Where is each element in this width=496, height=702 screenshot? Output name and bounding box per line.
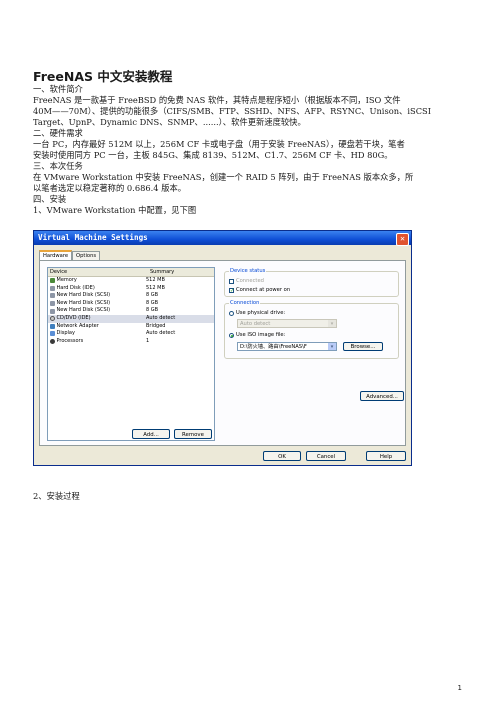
device-row[interactable]: New Hard Disk (SCSI) 8 GB	[48, 300, 214, 308]
hard-disk-icon	[50, 293, 55, 299]
device-row[interactable]: New Hard Disk (SCSI) 8 GB	[48, 292, 214, 300]
close-icon[interactable]: ✕	[396, 232, 409, 246]
hardware-panel: Device Summary Memory 512 MB Hard Disk (…	[39, 260, 406, 446]
hard-disk-icon	[50, 285, 55, 291]
device-summary: Auto detect	[146, 314, 176, 321]
body-line-3: 40M——70M）、提供的功能很多（CIFS/SMB、FTP、SSHD、NFS、…	[33, 106, 431, 116]
device-name: New Hard Disk (SCSI)	[56, 299, 111, 306]
tab-strip: Hardware Options	[39, 250, 101, 261]
processor-icon	[50, 339, 55, 345]
device-summary: 512 MB	[146, 277, 165, 283]
dialog-title: Virtual Machine Settings	[38, 233, 148, 242]
remove-button[interactable]: Remove	[174, 429, 212, 439]
device-summary: Auto detect	[146, 330, 176, 337]
chevron-down-icon: ▾	[328, 320, 336, 327]
use-iso-radio[interactable]	[229, 332, 234, 338]
device-summary: Bridged	[146, 322, 166, 329]
use-iso-option[interactable]: Use ISO image file:	[229, 332, 285, 338]
connection-group: Connection Use physical drive: Auto dete…	[224, 300, 399, 359]
memory-icon	[50, 278, 55, 284]
body-line-12: 1、VMware Workstation 中配置，见下图	[33, 205, 197, 215]
body-line-1: 一、软件简介	[33, 84, 83, 94]
browse-button[interactable]: Browse...	[343, 342, 383, 351]
connection-title: Connection	[229, 300, 261, 307]
section-heading-install-process: 2、安装过程	[33, 491, 80, 501]
hard-disk-icon	[50, 301, 55, 307]
network-adapter-icon	[50, 323, 55, 329]
use-physical-label: Use physical drive:	[236, 310, 286, 316]
dialog-footer: OK Cancel Help	[34, 445, 411, 465]
device-summary: 8 GB	[146, 292, 159, 299]
column-device[interactable]: Device	[48, 268, 148, 276]
page-number: 1	[457, 684, 462, 692]
body-line-6: 一台 PC，内存最好 512M 以上，256M CF 卡或电子盘（用于安装 Fr…	[33, 139, 405, 149]
device-name: Display	[56, 330, 75, 337]
device-list-header: Device Summary	[48, 268, 214, 277]
body-line-4: Target、UpnP、Dynamic DNS、SNMP、......）、软件更…	[33, 117, 306, 127]
device-summary: 512 MB	[146, 284, 165, 291]
connected-checkbox[interactable]	[229, 278, 234, 284]
device-name: Processors	[56, 337, 84, 344]
device-row[interactable]: Hard Disk (IDE) 512 MB	[48, 285, 214, 293]
connect-power-on-checkbox[interactable]: ✓	[229, 287, 234, 293]
device-row[interactable]: Network Adapter Bridged	[48, 323, 214, 331]
dialog-titlebar: Virtual Machine Settings ✕	[34, 231, 411, 246]
iso-file-value: D:\防火墙、路由\FreeNAS\F	[240, 344, 307, 350]
vm-settings-dialog: Virtual Machine Settings ✕ Hardware Optio…	[33, 230, 412, 466]
device-list: Device Summary Memory 512 MB Hard Disk (…	[47, 267, 215, 441]
body-line-10: 以笔者选定以稳定著称的 0.686.4 版本。	[33, 183, 187, 193]
use-physical-radio[interactable]	[229, 310, 234, 316]
device-summary: 1	[146, 337, 150, 344]
advanced-button[interactable]: Advanced...	[360, 391, 404, 401]
device-row-selected[interactable]: CD/DVD (IDE) Auto detect	[48, 314, 214, 323]
device-status-group: Device status Connected ✓ Connect at pow…	[224, 268, 399, 297]
device-row[interactable]: Processors 1	[48, 338, 214, 346]
device-summary: 8 GB	[146, 307, 159, 314]
device-status-title: Device status	[229, 268, 267, 275]
body-line-2: FreeNAS 是一款基于 FreeBSD 的免费 NAS 软件，其特点是程序短…	[33, 95, 401, 105]
display-icon	[50, 331, 55, 337]
chevron-down-icon[interactable]: ▾	[328, 343, 336, 350]
document-title: FreeNAS 中文安装教程	[33, 69, 173, 84]
device-name: New Hard Disk (SCSI)	[56, 292, 111, 299]
add-button[interactable]: Add...	[132, 429, 170, 439]
device-row[interactable]: New Hard Disk (SCSI) 8 GB	[48, 307, 214, 315]
device-name: Memory	[56, 277, 77, 283]
device-name: New Hard Disk (SCSI)	[56, 307, 111, 314]
column-summary[interactable]: Summary	[148, 268, 214, 276]
cancel-button[interactable]: Cancel	[306, 451, 346, 461]
device-summary: 8 GB	[146, 299, 159, 306]
iso-file-select[interactable]: D:\防火墙、路由\FreeNAS\F ▾	[237, 342, 337, 351]
ok-button[interactable]: OK	[263, 451, 301, 461]
cd-dvd-icon	[50, 316, 55, 322]
body-line-5: 二、硬件需求	[33, 128, 83, 138]
device-name: Hard Disk (IDE)	[56, 284, 95, 291]
connected-option[interactable]: Connected	[229, 278, 264, 284]
use-iso-label: Use ISO image file:	[236, 332, 286, 338]
connect-power-on-option[interactable]: ✓ Connect at power on	[229, 287, 290, 293]
hard-disk-icon	[50, 308, 55, 314]
help-button[interactable]: Help	[366, 451, 406, 461]
body-line-9: 在 VMware Workstation 中安装 FreeNAS，创建一个 RA…	[33, 172, 414, 182]
body-line-8: 三、本次任务	[33, 161, 83, 171]
device-name: CD/DVD (IDE)	[56, 314, 91, 321]
device-name: Network Adapter	[56, 322, 99, 329]
device-row[interactable]: Memory 512 MB	[48, 277, 214, 285]
body-line-11: 四、安装	[33, 194, 67, 204]
body-line-7: 安装时使用同方 PC 一台，主板 845G、集成 8139、512M、C1.7、…	[33, 150, 393, 160]
connect-power-on-label: Connect at power on	[236, 287, 291, 293]
device-row[interactable]: Display Auto detect	[48, 330, 214, 338]
use-physical-option[interactable]: Use physical drive:	[229, 310, 285, 316]
physical-drive-select: Auto detect ▾	[237, 319, 337, 328]
connected-label: Connected	[236, 278, 264, 284]
physical-drive-value: Auto detect	[240, 321, 271, 327]
